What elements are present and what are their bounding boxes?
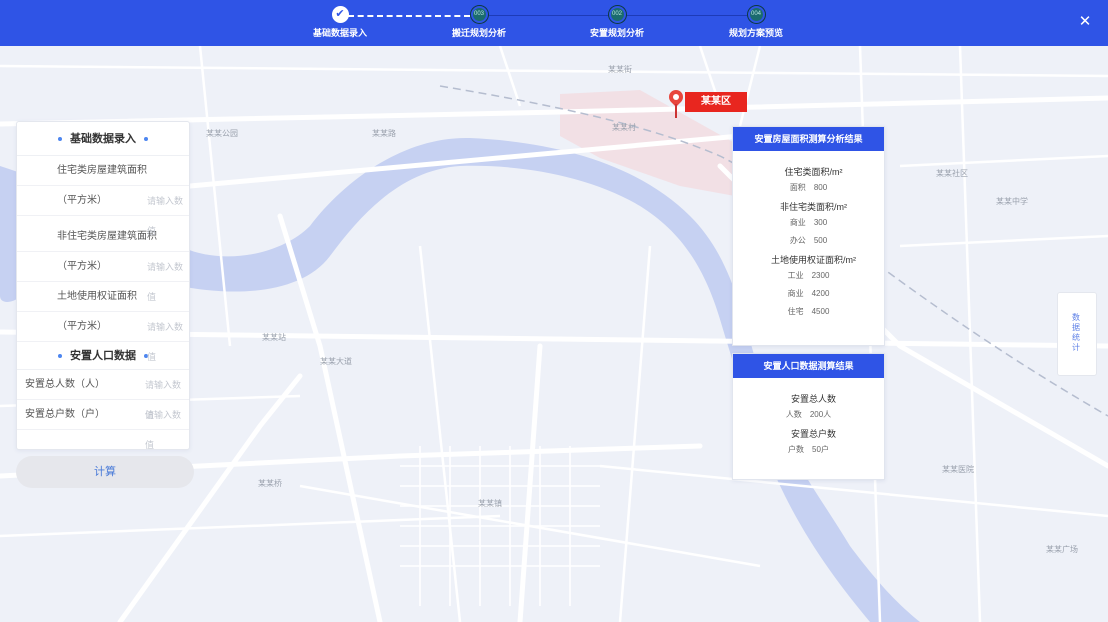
map-label: 某某医院	[942, 465, 974, 474]
card-title: 安置人口数据测算结果	[733, 354, 884, 378]
step-number-icon: 002	[608, 6, 626, 23]
step-number-icon: 003	[470, 6, 488, 23]
result-key: 人数	[785, 410, 802, 419]
residential-area-field[interactable]: （平方米） 请输入数值	[17, 186, 189, 236]
map-label: 某某镇	[478, 499, 502, 508]
marker-label[interactable]: 某某区	[685, 92, 747, 112]
calculate-button[interactable]: 计算	[16, 456, 194, 488]
step-label: 规划方案预览	[728, 28, 783, 38]
bullet-icon	[144, 137, 148, 142]
card-body: 安置总人数 人数 200人 安置总户数 户数 50户	[733, 378, 884, 470]
result-key: 商业	[787, 289, 804, 298]
map-label: 某某站	[262, 333, 286, 342]
section-title: 安置人口数据	[70, 350, 136, 362]
map-label: 某某社区	[936, 169, 968, 178]
field-placeholder: 请输入数值	[147, 196, 184, 236]
result-line: 工业 2300	[733, 270, 884, 281]
step-4[interactable]: 004 规划方案预览	[706, 6, 806, 39]
result-group-title: 土地使用权证面积/m²	[771, 255, 856, 265]
result-value: 2300	[811, 271, 830, 280]
panel-title: 基础数据录入	[70, 133, 136, 145]
result-line: 住宅 4500	[733, 306, 884, 317]
result-line: 人数 200人	[733, 409, 884, 420]
result-line: 商业 4200	[733, 288, 884, 299]
field-unit: （平方米）	[57, 195, 107, 206]
panel-header: 基础数据录入	[17, 122, 189, 156]
result-key: 户数	[788, 445, 805, 454]
map-label: 某某公园	[206, 129, 238, 138]
map-label: 某某村	[612, 123, 636, 132]
result-value: 4500	[811, 307, 830, 316]
result-key: 商业	[789, 218, 806, 227]
result-value: 800	[813, 183, 828, 192]
field-unit: （平方米）	[57, 321, 107, 332]
result-value: 200人	[809, 410, 832, 419]
bullet-icon	[58, 137, 62, 142]
population-result-card: 安置人口数据测算结果 安置总人数 人数 200人 安置总户数 户数 50户	[732, 353, 885, 480]
result-line: 户数 50户	[733, 444, 884, 455]
population-field[interactable]: 安置总人数（人） 请输入数值	[17, 370, 189, 420]
households-field[interactable]: 安置总户数（户） 请输入数值	[17, 400, 189, 450]
result-key: 工业	[787, 271, 804, 280]
area-result-card: 安置房屋面积测算分析结果 住宅类面积/m² 面积 800 非住宅类面积/m² 商业…	[732, 126, 885, 346]
step-2[interactable]: 003 搬迁规划分析	[429, 6, 529, 39]
result-line: 办公 500	[733, 235, 884, 246]
result-line: 面积 800	[733, 182, 884, 193]
map-label: 某某桥	[258, 479, 282, 488]
result-group-title: 非住宅类面积/m²	[780, 202, 847, 212]
bullet-icon	[58, 354, 62, 359]
card-title: 安置房屋面积测算分析结果	[733, 127, 884, 151]
result-value: 50户	[812, 445, 829, 454]
map-label: 某某中学	[996, 197, 1028, 206]
side-drawer-tab[interactable]: 数据统计	[1057, 292, 1097, 376]
top-bar: ✔ 基础数据录入 003 搬迁规划分析 002 安置规划分析 004 规划方案预…	[0, 0, 1108, 46]
map-label: 某某广场	[1046, 545, 1078, 554]
step-1[interactable]: ✔ 基础数据录入	[290, 6, 390, 39]
map-label: 某某路	[372, 129, 396, 138]
step-3[interactable]: 002 安置规划分析	[567, 6, 667, 39]
field-label: 住宅类房屋建筑面积	[17, 156, 189, 186]
result-key: 住宅	[787, 307, 804, 316]
field-unit: （平方米）	[57, 261, 107, 272]
side-tab-label: 数据统计	[1072, 313, 1080, 352]
step-number-icon: 004	[747, 6, 765, 23]
result-group-title: 安置总人数	[790, 394, 836, 404]
data-entry-panel: 基础数据录入 住宅类房屋建筑面积 （平方米） 请输入数值 非住宅类房屋建筑面积 …	[16, 121, 190, 450]
field-placeholder: 请输入数值	[145, 410, 182, 450]
land-use-area-field[interactable]: （平方米） 请输入数值	[17, 312, 189, 362]
field-label: 安置总户数（户）	[25, 409, 105, 420]
non-residential-area-field[interactable]: （平方米） 请输入数值	[17, 252, 189, 302]
progress-stepper: ✔ 基础数据录入 003 搬迁规划分析 002 安置规划分析 004 规划方案预…	[0, 0, 1108, 46]
map-label: 某某大道	[320, 357, 352, 366]
field-placeholder: 请输入数值	[147, 322, 184, 362]
result-line: 商业 300	[733, 217, 884, 228]
field-placeholder: 请输入数值	[147, 262, 184, 302]
step-label: 安置规划分析	[589, 28, 644, 38]
map-label: 某某街	[608, 65, 632, 74]
result-group-title: 安置总户数	[790, 429, 836, 439]
step-label: 搬迁规划分析	[451, 28, 506, 38]
result-value: 500	[813, 236, 828, 245]
check-icon: ✔	[331, 6, 349, 23]
result-key: 面积	[789, 183, 806, 192]
result-value: 300	[813, 218, 828, 227]
result-value: 4200	[811, 289, 830, 298]
marker-stem	[675, 104, 677, 118]
result-group-title: 住宅类面积/m²	[784, 167, 843, 177]
field-label: 安置总人数（人）	[25, 379, 105, 390]
close-icon[interactable]: ✕	[1076, 13, 1094, 31]
step-label: 基础数据录入	[312, 28, 367, 38]
card-body: 住宅类面积/m² 面积 800 非住宅类面积/m² 商业 300 办公 500 土地使…	[733, 151, 884, 332]
result-key: 办公	[789, 236, 806, 245]
